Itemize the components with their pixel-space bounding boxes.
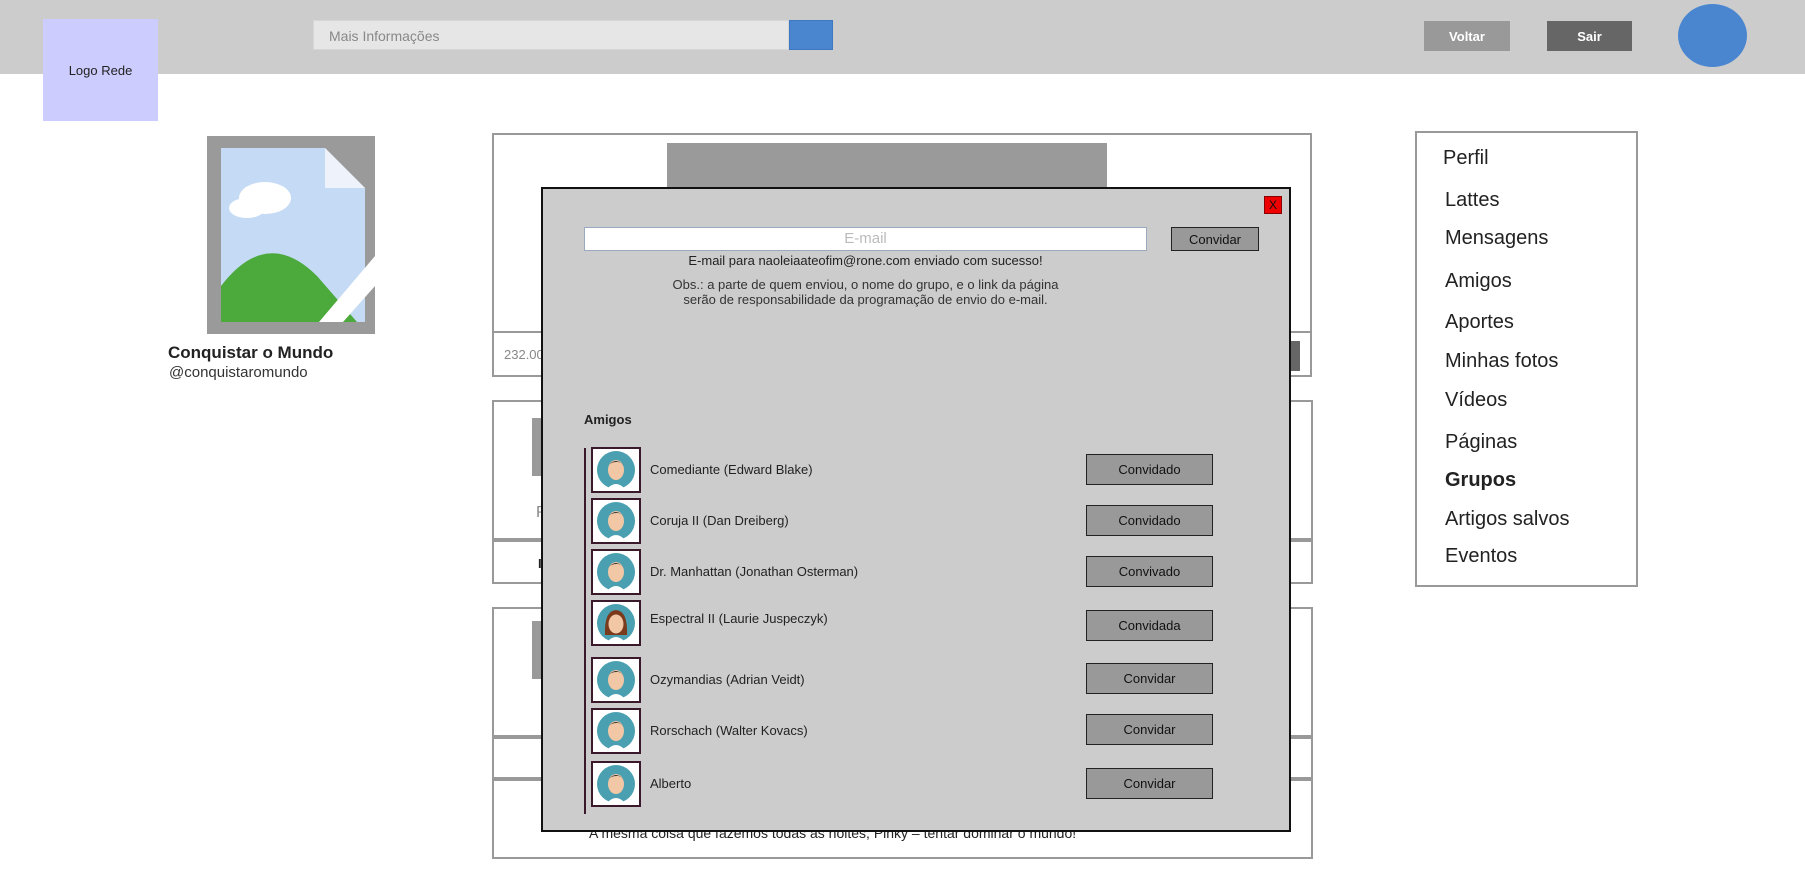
success-message: E-mail para naoleiaateofim@rone.com envi… <box>688 253 1043 268</box>
invite-modal: X E-mail Convidar E-mail para naoleiaate… <box>541 187 1291 832</box>
menu-item-aportes[interactable]: Aportes <box>1445 311 1514 334</box>
menu-item-grupos[interactable]: Grupos <box>1445 469 1516 492</box>
male-avatar-icon <box>591 708 641 754</box>
friend-row: Alberto Convidar <box>591 761 1241 807</box>
search-button[interactable] <box>789 20 833 50</box>
friend-invite-button[interactable]: Convidada <box>1086 610 1213 641</box>
friend-name: Ozymandias (Adrian Veidt) <box>650 672 805 687</box>
invite-email-button[interactable]: Convidar <box>1171 227 1259 251</box>
male-avatar-icon <box>591 447 641 493</box>
user-avatar[interactable] <box>1678 4 1747 67</box>
menu-item-minhas-fotos[interactable]: Minhas fotos <box>1445 350 1558 373</box>
friend-row: Ozymandias (Adrian Veidt) Convidar <box>591 657 1241 703</box>
friend-row: Espectral II (Laurie Juspeczyk) Convidad… <box>591 600 1241 646</box>
email-field[interactable]: E-mail <box>584 227 1147 251</box>
menu-item-eventos[interactable]: Eventos <box>1445 545 1517 568</box>
stat-text: 232.00 <box>504 347 544 362</box>
male-avatar-icon <box>591 761 641 807</box>
friend-invite-button[interactable]: Convivado <box>1086 556 1213 587</box>
friends-title: Amigos <box>584 412 632 427</box>
friend-name: Espectral II (Laurie Juspeczyk) <box>650 611 828 626</box>
friend-row: Coruja II (Dan Dreiberg) Convidado <box>591 498 1241 544</box>
menu-item-amigos[interactable]: Amigos <box>1445 270 1512 293</box>
friend-name: Rorschach (Walter Kovacs) <box>650 723 808 738</box>
menu-item-mensagens[interactable]: Mensagens <box>1445 227 1548 250</box>
friend-name: Alberto <box>650 776 692 791</box>
friend-row: Comediante (Edward Blake) Convidado <box>591 447 1241 493</box>
profile-handle: @conquistaromundo <box>169 364 308 381</box>
menu-item-lattes[interactable]: Lattes <box>1445 189 1499 212</box>
menu-item-artigos-salvos[interactable]: Artigos salvos <box>1445 508 1570 531</box>
friend-invite-button[interactable]: Convidar <box>1086 714 1213 745</box>
friends-list-scrollbar[interactable] <box>584 448 586 814</box>
friend-invite-button[interactable]: Convidado <box>1086 454 1213 485</box>
exit-button[interactable]: Sair <box>1547 21 1632 51</box>
close-button[interactable]: X <box>1264 196 1282 214</box>
friend-invite-button[interactable]: Convidar <box>1086 768 1213 799</box>
friend-name: Comediante (Edward Blake) <box>650 462 813 477</box>
top-bar <box>0 0 1805 74</box>
friend-name: Dr. Manhattan (Jonathan Osterman) <box>650 564 859 579</box>
side-menu: Perfil Lattes Mensagens Amigos Aportes M… <box>1415 131 1638 587</box>
menu-item-perfil[interactable]: Perfil <box>1443 147 1489 170</box>
search-input[interactable]: Mais Informações <box>313 20 789 50</box>
female-avatar-icon <box>591 600 641 646</box>
friend-row: Dr. Manhattan (Jonathan Osterman) Conviv… <box>591 549 1241 595</box>
male-avatar-icon <box>591 657 641 703</box>
friend-row: Rorschach (Walter Kovacs) Convidar <box>591 708 1241 754</box>
obs-line-2: serão de responsabilidade da programação… <box>683 292 1048 307</box>
profile-image-placeholder-icon <box>207 136 375 334</box>
back-button[interactable]: Voltar <box>1424 21 1510 51</box>
logo-text: Logo Rede <box>68 62 133 78</box>
friend-invite-button[interactable]: Convidar <box>1086 663 1213 694</box>
logo[interactable]: Logo Rede <box>43 19 158 121</box>
obs-line-1: Obs.: a parte de quem enviou, o nome do … <box>672 277 1059 292</box>
male-avatar-icon <box>591 549 641 595</box>
menu-item-videos[interactable]: Vídeos <box>1445 389 1507 412</box>
male-avatar-icon <box>591 498 641 544</box>
obs-message: Obs.: a parte de quem enviou, o nome do … <box>584 277 1147 307</box>
profile-name: Conquistar o Mundo <box>168 343 334 362</box>
friend-name: Coruja II (Dan Dreiberg) <box>650 513 789 528</box>
menu-item-paginas[interactable]: Páginas <box>1445 431 1517 454</box>
friend-invite-button[interactable]: Convidado <box>1086 505 1213 536</box>
